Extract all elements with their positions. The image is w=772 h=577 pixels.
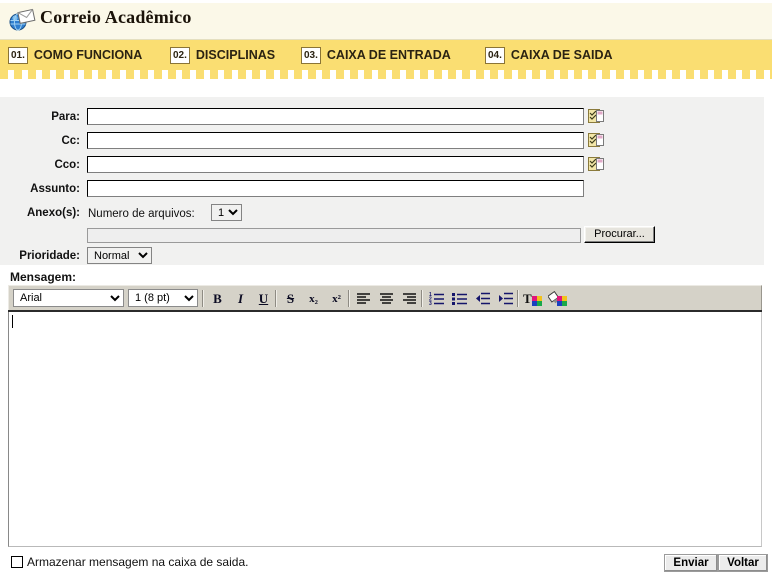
attachment-count-select[interactable]: 12345: [211, 204, 242, 221]
tab-number: 02.: [170, 46, 190, 64]
subject-label: Assunto:: [30, 183, 80, 195]
svg-text:3: 3: [429, 301, 432, 305]
compose-form-panel: Para: Cc: Cco: Assunto: Anexo(s): Numero…: [0, 97, 764, 325]
text-caret: [12, 315, 13, 328]
priority-select[interactable]: BaixaNormalAlta: [87, 247, 152, 264]
cc-label: Cc:: [61, 135, 80, 147]
underline-icon[interactable]: U: [253, 289, 274, 308]
message-label: Mensagem:: [10, 270, 77, 284]
tab-disciplinas[interactable]: 02. DISCIPLINAS: [170, 40, 275, 70]
indent-icon[interactable]: [495, 289, 516, 308]
tab-label: COMO FUNCIONA: [33, 48, 143, 62]
toolbar-separator: [202, 290, 204, 307]
window-titlebar: Correio Acadêmico: [0, 0, 772, 40]
store-copy-checkbox[interactable]: [11, 556, 23, 568]
attachment-file-input[interactable]: [87, 228, 581, 243]
to-input[interactable]: [87, 108, 584, 125]
superscript-icon[interactable]: x²: [326, 289, 347, 308]
strikethrough-icon[interactable]: S: [280, 289, 301, 308]
editor-toolbar: ArialCourier NewTimes New RomanVerdana 1…: [8, 285, 762, 310]
tab-label: CAIXA DE ENTRADA: [326, 48, 451, 62]
tab-number: 04.: [485, 46, 505, 64]
font-family-select[interactable]: ArialCourier NewTimes New RomanVerdana: [13, 289, 124, 307]
toolbar-separator: [348, 290, 350, 307]
send-button[interactable]: Enviar: [664, 554, 718, 572]
toolbar-separator: [517, 290, 519, 307]
bold-icon[interactable]: B: [207, 289, 228, 308]
toolbar-separator: [421, 290, 423, 307]
attachments-label: Anexo(s):: [26, 207, 80, 219]
svg-text:T: T: [523, 291, 532, 306]
message-editor: ArialCourier NewTimes New RomanVerdana 1…: [8, 285, 762, 547]
priority-label: Prioridade:: [19, 250, 80, 262]
store-copy-label: Armazenar mensagem na caixa de saida.: [27, 555, 249, 569]
tab-como-funciona[interactable]: 01. COMO FUNCIONA: [8, 40, 142, 70]
tab-caixa-de-entrada[interactable]: 03. CAIXA DE ENTRADA: [301, 40, 451, 70]
to-label: Para:: [51, 111, 80, 123]
cc-input[interactable]: [87, 132, 584, 149]
address-book-icon[interactable]: [588, 157, 604, 172]
bcc-label: Cco:: [54, 159, 80, 171]
tab-label: DISCIPLINAS: [195, 48, 276, 62]
bcc-input[interactable]: [87, 156, 584, 173]
subscript-icon[interactable]: x₂: [303, 289, 324, 308]
subject-input[interactable]: [87, 180, 584, 197]
tab-number: 01.: [8, 46, 28, 64]
form-footer: Armazenar mensagem na caixa de saida. En…: [0, 552, 772, 577]
tab-label: CAIXA DE SAIDA: [510, 48, 613, 62]
address-book-icon[interactable]: [588, 133, 604, 148]
main-tab-bar: 01. COMO FUNCIONA 02. DISCIPLINAS 03. CA…: [0, 40, 772, 70]
toolbar-separator: [275, 290, 277, 307]
unordered-list-icon[interactable]: [449, 289, 470, 308]
align-left-icon[interactable]: [353, 289, 374, 308]
address-book-icon[interactable]: [588, 109, 604, 124]
tab-number: 03.: [301, 46, 321, 64]
attachment-count-label: Numero de arquivos:: [88, 208, 195, 220]
message-body-input[interactable]: [8, 312, 762, 547]
text-color-icon[interactable]: T: [522, 289, 546, 308]
align-center-icon[interactable]: [376, 289, 397, 308]
page-title: Correio Acadêmico: [40, 7, 192, 27]
titlebar-top-edge: [0, 0, 772, 3]
globe-envelope-icon: [8, 8, 36, 32]
back-button[interactable]: Voltar: [718, 554, 768, 572]
font-size-select[interactable]: 1 (8 pt)2 (10 pt)3 (12 pt)4 (14 pt)5 (18…: [128, 289, 198, 307]
browse-button[interactable]: Procurar...: [584, 226, 655, 243]
italic-icon[interactable]: I: [230, 289, 251, 308]
ordered-list-icon[interactable]: 123: [426, 289, 447, 308]
tabbar-scallop-fringe: [0, 70, 772, 79]
align-right-icon[interactable]: [399, 289, 420, 308]
tab-caixa-de-saida[interactable]: 04. CAIXA DE SAIDA: [485, 40, 613, 70]
highlight-color-icon[interactable]: [547, 289, 571, 308]
outdent-icon[interactable]: [472, 289, 493, 308]
